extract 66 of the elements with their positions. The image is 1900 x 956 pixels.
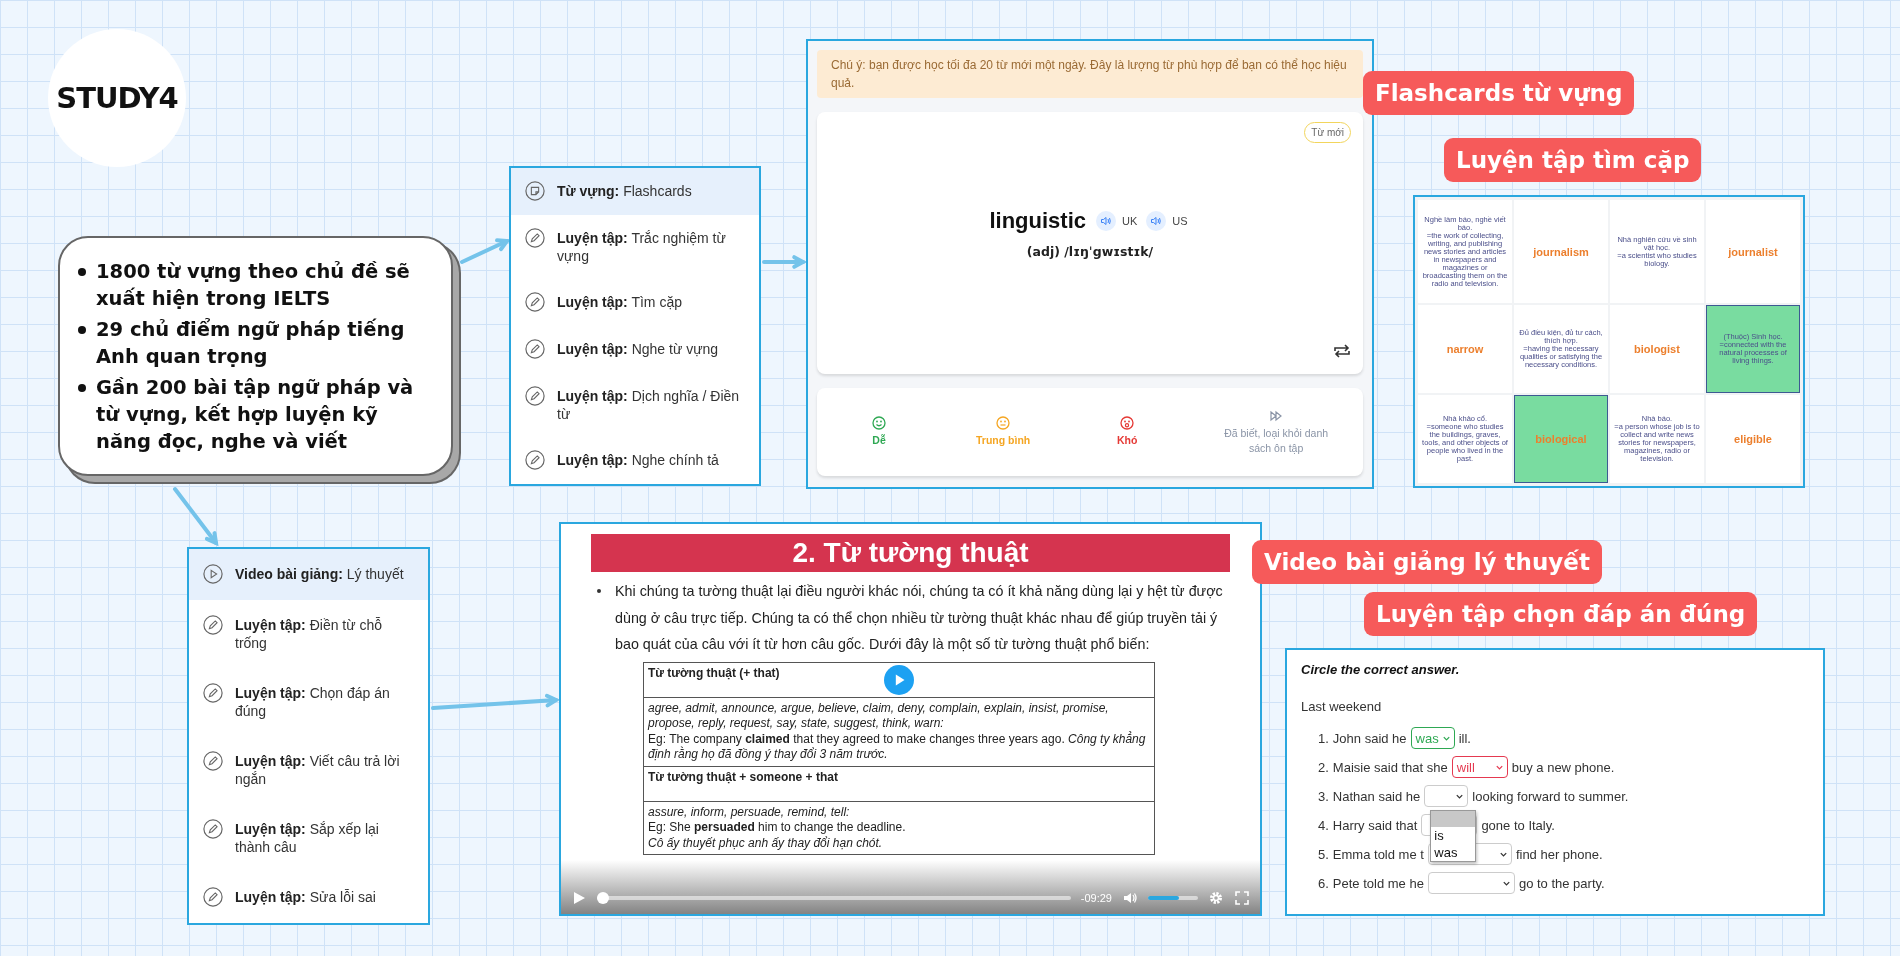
question-text: looking forward to summer.: [1472, 788, 1629, 804]
question-number: 3.: [1318, 788, 1329, 804]
intro-text: Last weekend: [1301, 699, 1383, 714]
menu-item[interactable]: Video bài giảng: Lý thuyết: [189, 549, 428, 600]
caption-label: Luyện tập tìm cặp: [1444, 138, 1702, 182]
feature-text: Gần 200 bài tập ngữ pháp và từ vựng, kết hợp luyện kỹ năng đọc, nghe và viết: [96, 375, 415, 455]
question-number: 1.: [1318, 730, 1329, 746]
accent-label: UK: [1122, 214, 1138, 227]
question-text: Nathan said he: [1332, 788, 1421, 804]
menu-item[interactable]: Luyện tập: Nghe chính tả: [511, 437, 759, 484]
feature-text: 29 chủ điểm ngữ pháp tiếng Anh quan trọng: [96, 317, 406, 370]
menu-item[interactable]: Luyện tập: Viết câu trả lời ngắn: [189, 736, 428, 804]
question-text: John said he: [1332, 730, 1407, 746]
feature-text: 1800 từ vựng theo chủ đề sẽ xuất hiện trong IELTS: [96, 259, 411, 312]
menu-item[interactable]: Từ vựng: Flashcards: [511, 168, 759, 215]
translation-text: Cô ấy thuyết phục anh ấy thay đổi hạn chót.: [648, 835, 884, 851]
word-list: assure, inform, persuade, remind, tell:: [648, 804, 1150, 820]
menu-item[interactable]: Luyện tập: Chọn đáp án đúng: [189, 668, 428, 736]
table-heading: Từ tường thuật (+ that): [648, 665, 780, 680]
slide-text: Khi chúng ta tường thuật lại điều người khác nói, chúng ta có ít khả năng dùng lại y hệt từ được dùng ở câu trực tiếp. Chúng ta có thể chọn nhiều từ tường thuật khác nhau để giúp truyền tải ý bao quát của câu với ít từ hơn câu gốc. Dưới đây là một số từ tường thuật phổ biến:: [615, 582, 1224, 654]
word-list: agree, admit, announce, argue, believe, claim, deny, complain, explain, insist, promise, propose, reply, request, say, state, suggest, think, warn:: [648, 700, 1150, 732]
question-text: gone to Italy.: [1481, 817, 1555, 833]
card-word: biological: [1535, 433, 1587, 446]
logo: STUDY4: [48, 29, 186, 167]
question-text: find her phone.: [1515, 846, 1603, 862]
question-text: buy a new phone.: [1511, 759, 1615, 775]
question-text: go to the party.: [1518, 875, 1605, 891]
question-number: 5.: [1318, 846, 1329, 862]
menu-item[interactable]: Luyện tập: Dịch nghĩa / Điền từ: [511, 373, 759, 437]
menu-item[interactable]: Luyện tập: Sửa lỗi sai: [189, 872, 428, 923]
instruction-text: Circle the correct answer.: [1301, 662, 1461, 677]
caption-label: Video bài giảng lý thuyết: [1252, 540, 1602, 584]
example-text: Eg: She persuaded him to change the deadline.: [648, 820, 907, 836]
vocabulary-word: linguistic: [989, 207, 1086, 234]
caption-label: Luyện tập chọn đáp án đúng: [1364, 592, 1758, 636]
dropdown-option[interactable]: is: [1431, 827, 1476, 844]
menu-item[interactable]: Luyện tập: Nghe từ vựng: [511, 326, 759, 373]
question-text: Maisie said that she: [1332, 759, 1448, 775]
menu-item[interactable]: Luyện tập: Trắc nghiệm từ vựng: [511, 215, 759, 279]
card-word: narrow: [1446, 343, 1484, 356]
phonetic-text: (adj) /lɪŋˈgwɪstɪk/: [1026, 243, 1154, 259]
answer-dropdown[interactable]: will: [1451, 756, 1508, 778]
question-number: 2.: [1318, 759, 1329, 775]
menu-item[interactable]: Luyện tập: Sắp xếp lại thành câu: [189, 804, 428, 872]
question-text: Emma told me t: [1332, 846, 1424, 862]
rating-button[interactable]: Khó: [1065, 416, 1190, 448]
time-remaining: -09:29: [1080, 892, 1112, 904]
card-word: journalism: [1533, 245, 1589, 258]
question-number: 4.: [1318, 817, 1329, 833]
card-word: biologist: [1634, 343, 1680, 356]
caption-label: Flashcards từ vựng: [1363, 71, 1635, 115]
table-heading: Từ tường thuật + someone + that: [648, 769, 838, 784]
accent-label: US: [1172, 214, 1188, 227]
card-word: eligible: [1734, 433, 1772, 446]
question-number: 6.: [1318, 875, 1329, 891]
dropdown-option[interactable]: was: [1431, 844, 1476, 861]
question-text: Pete told me he: [1332, 875, 1424, 891]
menu-item[interactable]: Luyện tập: Tìm cặp: [511, 279, 759, 326]
card-word: journalist: [1728, 245, 1778, 258]
menu-item[interactable]: Luyện tập: Điền từ chỗ trống: [189, 600, 428, 668]
example-text: Eg: The company claimed that they agreed to make changes three years ago. Công ty khẳng định rằng họ đã đồng ý thay đổi 3 năm trước.: [648, 731, 1147, 763]
flashcard[interactable]: Từ mới linguistic UK US (adj) /lɪŋˈgwɪstɪk/: [817, 112, 1363, 374]
question-text: ill.: [1458, 730, 1471, 746]
slide-title: 2. Từ tường thuật: [591, 534, 1230, 572]
question-text: Harry said that: [1332, 817, 1418, 833]
notice-text: Chú ý: bạn được học tối đa 20 từ mới một ngày. Đây là lượng từ phù hợp để bạn có thể học hiệu quả.: [817, 50, 1363, 98]
